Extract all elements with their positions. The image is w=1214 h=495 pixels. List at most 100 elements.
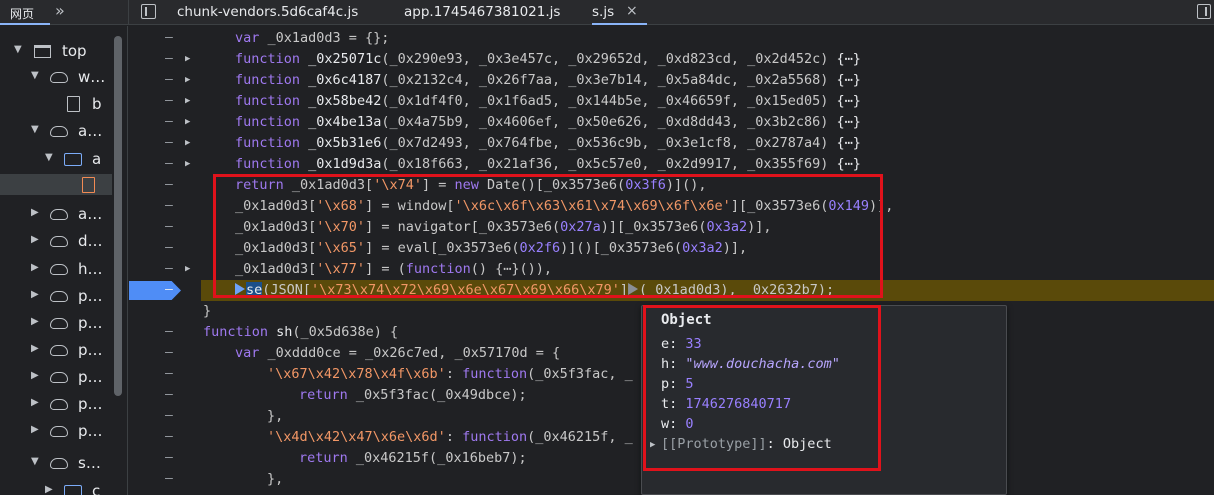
tree-item-origin[interactable]: ▶ p… — [0, 339, 112, 360]
tree-item-label: p… — [78, 368, 103, 386]
expand-arrow-icon[interactable]: ▼ — [31, 456, 39, 467]
expand-arrow-icon[interactable]: ▼ — [45, 152, 53, 163]
code-token: (_0x4a75b9, _0x4606ef, _0x50e626, _0xd8d… — [381, 114, 829, 130]
expand-arrow-icon[interactable]: ▶ — [31, 207, 39, 218]
code-token: _0x1ad0d3 = {}; — [259, 30, 390, 46]
gutter-line[interactable]: – — [129, 406, 199, 427]
tree-item-label: a… — [78, 205, 103, 223]
expand-arrow-icon[interactable]: ▼ — [14, 44, 22, 55]
tab-chunk-vendors[interactable]: chunk-vendors.5d6caf4c.js — [177, 0, 358, 25]
toggle-debugger-icon[interactable] — [1197, 4, 1211, 19]
gutter-line[interactable]: – ▶ — [129, 70, 199, 91]
more-tabs-chevron-icon[interactable]: » — [55, 1, 65, 20]
tree-item-origin[interactable]: ▶ p… — [0, 312, 112, 333]
tree-item-active-file[interactable] — [0, 174, 112, 195]
line-dash: – — [165, 240, 173, 255]
tree-item-origin[interactable]: ▼ s… — [0, 452, 112, 473]
expand-arrow-icon[interactable]: ▶ — [31, 289, 39, 300]
gutter-line[interactable]: – ▶ — [129, 112, 199, 133]
expand-arrow-icon[interactable]: ▶ — [31, 234, 39, 245]
cloud-icon — [50, 426, 68, 437]
editor-tabbar: 网页 » chunk-vendors.5d6caf4c.js app.17454… — [0, 0, 1214, 25]
fold-arrow-icon[interactable]: ▶ — [185, 96, 190, 106]
code-line[interactable]: function _0x4be13a(_0x4a75b9, _0x4606ef,… — [201, 112, 1214, 133]
expand-arrow-icon[interactable]: ▶ — [31, 370, 39, 381]
nav-web-tab[interactable]: 网页 — [0, 0, 50, 25]
tree-item-origin[interactable]: ▶ p… — [0, 393, 112, 414]
code-line[interactable]: var _0x1ad0d3 = {}; — [201, 28, 1214, 49]
expand-arrow-icon[interactable]: ▼ — [31, 70, 39, 81]
gutter-line-breakpoint[interactable]: – — [129, 280, 199, 301]
gutter-line[interactable]: – ▶ — [129, 133, 199, 154]
fold-arrow-icon[interactable]: ▶ — [185, 54, 190, 64]
cloud-icon — [50, 318, 68, 329]
expand-arrow-icon[interactable]: ▶ — [31, 262, 39, 273]
gutter-line[interactable]: – ▶ — [129, 49, 199, 70]
file-tree: ▼ top ▼ w… b ▼ a… ▼ a ▶ a… ▶ d… ▶ h… ▶ p… — [0, 26, 128, 495]
tree-item-origin[interactable]: ▶ d… — [0, 230, 112, 251]
gutter-line[interactable]: – — [129, 343, 199, 364]
code-line[interactable]: function _0x25071c(_0x290e93, _0x3e457c,… — [201, 49, 1214, 70]
code-token: _0x46215f(_0x16beb7); — [347, 450, 527, 466]
line-dash: – — [165, 198, 173, 213]
highlight-box-popover — [643, 305, 881, 471]
line-dash: – — [165, 51, 173, 66]
gutter-line[interactable]: – — [129, 427, 199, 448]
tab-app[interactable]: app.1745467381021.js — [404, 0, 560, 25]
tree-item-origin[interactable]: ▼ a… — [0, 120, 112, 141]
fold-arrow-icon[interactable]: ▶ — [185, 75, 190, 85]
gutter-line[interactable]: – — [129, 196, 199, 217]
fold-arrow-icon[interactable]: ▶ — [185, 264, 190, 274]
sidebar-scrollbar[interactable] — [114, 36, 122, 396]
expand-arrow-icon[interactable]: ▶ — [31, 316, 39, 327]
tree-item-origin[interactable]: ▶ p… — [0, 366, 112, 387]
gutter-line[interactable]: – — [129, 385, 199, 406]
tree-item-folder[interactable]: ▼ a — [0, 148, 112, 169]
expand-arrow-icon[interactable]: ▶ — [31, 343, 39, 354]
line-dash: – — [165, 219, 173, 234]
line-dash: – — [165, 387, 173, 402]
tab-s-js[interactable]: s.js — [592, 0, 647, 25]
tree-item-top[interactable]: ▼ top — [0, 40, 112, 61]
close-tab-icon[interactable]: × — [626, 3, 638, 19]
code-line[interactable]: function _0x5b31e6(_0x7d2493, _0x764fbe,… — [201, 133, 1214, 154]
gutter-line[interactable]: – — [129, 469, 199, 490]
fold-arrow-icon[interactable]: ▶ — [185, 138, 190, 148]
code-token: {⋯} — [828, 93, 861, 109]
tree-item-origin[interactable]: ▶ h… — [0, 258, 112, 279]
expand-arrow-icon[interactable]: ▶ — [45, 484, 53, 495]
code-line[interactable]: function _0x6c4187(_0x2132c4, _0x26f7aa,… — [201, 70, 1214, 91]
tree-item-origin[interactable]: ▶ a… — [0, 203, 112, 224]
gutter-line[interactable] — [129, 301, 199, 322]
file-icon — [67, 96, 80, 112]
gutter-line[interactable]: – ▶ — [129, 259, 199, 280]
gutter-line[interactable]: – — [129, 238, 199, 259]
gutter-line[interactable]: – ▶ — [129, 154, 199, 175]
gutter-line[interactable]: – — [129, 448, 199, 469]
tree-item-label: top — [62, 42, 87, 60]
gutter-line[interactable]: – — [129, 175, 199, 196]
gutter-line[interactable]: – ▶ — [129, 91, 199, 112]
tree-item-origin[interactable]: ▶ p… — [0, 285, 112, 306]
code-line[interactable]: function _0x1d9d3a(_0x18f663, _0x21af36,… — [201, 154, 1214, 175]
breakpoint-marker[interactable] — [129, 281, 181, 300]
fold-arrow-icon[interactable]: ▶ — [185, 117, 190, 127]
tree-item-folder[interactable]: ▶ c — [0, 480, 112, 495]
fold-arrow-icon[interactable]: ▶ — [185, 159, 190, 169]
gutter-line[interactable]: – — [129, 217, 199, 238]
expand-arrow-icon[interactable]: ▶ — [31, 397, 39, 408]
expand-arrow-icon[interactable]: ▶ — [31, 424, 39, 435]
code-line[interactable]: function _0x58be42(_0x1df4f0, _0x1f6ad5,… — [201, 91, 1214, 112]
tree-item-file[interactable]: b — [0, 93, 112, 114]
gutter-line[interactable]: – — [129, 28, 199, 49]
toggle-navigator-icon[interactable] — [141, 4, 156, 19]
code-token: _0x4be13a — [308, 114, 382, 130]
expand-arrow-icon[interactable]: ▼ — [31, 124, 39, 135]
tree-item-origin[interactable]: ▶ p… — [0, 420, 112, 441]
gutter-line[interactable]: – — [129, 364, 199, 385]
tree-item-label: p… — [78, 341, 103, 359]
line-dash: – — [165, 366, 173, 381]
gutter-line[interactable]: – — [129, 322, 199, 343]
tree-item-origin[interactable]: ▼ w… — [0, 66, 112, 87]
code-token: '\x4d\x42\x47\x6e\x6d' — [267, 429, 446, 445]
